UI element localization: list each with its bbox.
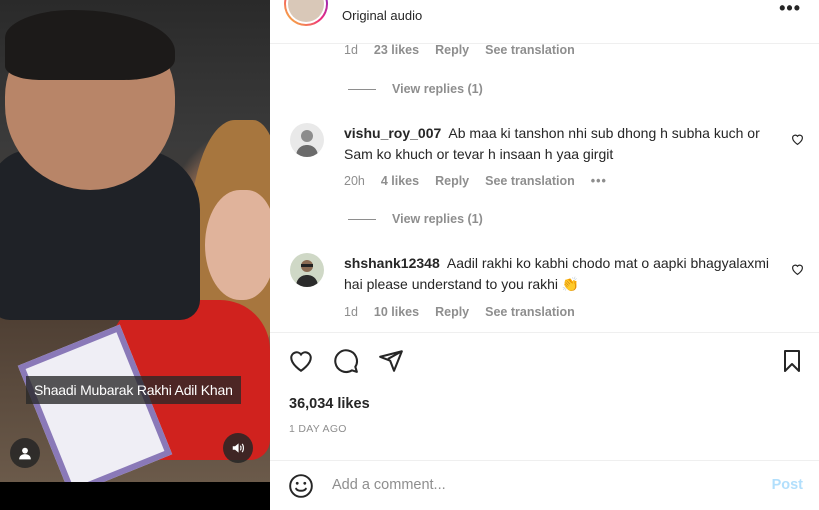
like-comment-heart-icon[interactable] bbox=[791, 133, 804, 146]
comment-time: 1d bbox=[344, 43, 358, 57]
commenter-avatar-image bbox=[290, 253, 324, 287]
save-bookmark-icon[interactable] bbox=[780, 348, 804, 374]
video-figure-man-face bbox=[5, 10, 175, 190]
comment-meta-row: 20h 4 likes Reply See translation ••• bbox=[344, 174, 607, 188]
original-audio-link[interactable]: Original audio bbox=[342, 8, 422, 23]
comment-time: 1d bbox=[344, 305, 358, 319]
video-caption: Shaadi Mubarak Rakhi Adil Khan bbox=[26, 376, 241, 404]
see-translation-button[interactable]: See translation bbox=[485, 43, 575, 57]
speaker-icon bbox=[232, 443, 244, 453]
audio-toggle-button[interactable] bbox=[223, 433, 253, 463]
comment-input[interactable] bbox=[332, 474, 752, 496]
view-replies-button[interactable]: View replies (1) bbox=[348, 82, 483, 96]
comment-meta-row: 1d 10 likes Reply See translation bbox=[344, 305, 575, 319]
commenter-avatar-image bbox=[290, 123, 324, 157]
tagged-users-button[interactable] bbox=[10, 438, 40, 468]
view-replies-label: View replies (1) bbox=[392, 212, 483, 226]
comment-item: shshank12348 Aadil rakhi ko kabhi chodo … bbox=[290, 253, 810, 333]
more-options-icon[interactable]: ••• bbox=[779, 0, 801, 19]
view-replies-label: View replies (1) bbox=[392, 82, 483, 96]
view-replies-button[interactable]: View replies (1) bbox=[348, 212, 483, 226]
comment-more-icon[interactable]: ••• bbox=[591, 174, 607, 188]
comment-time: 20h bbox=[344, 174, 365, 188]
comment-meta-row: 1d 23 likes Reply See translation bbox=[344, 43, 575, 57]
reply-button[interactable]: Reply bbox=[435, 43, 469, 57]
commenter-avatar[interactable] bbox=[290, 253, 324, 287]
comment-bubble-icon[interactable] bbox=[333, 348, 359, 374]
post-comment-button[interactable]: Post bbox=[772, 477, 803, 493]
replies-line bbox=[348, 218, 376, 220]
video-frame bbox=[0, 0, 270, 482]
comment-username[interactable]: vishu_roy_007 bbox=[344, 125, 441, 141]
video-figure-woman-face bbox=[205, 190, 270, 300]
post-header: Original audio ••• bbox=[270, 0, 819, 44]
post-actions-bar bbox=[288, 348, 808, 376]
reply-button[interactable]: Reply bbox=[435, 174, 469, 188]
like-comment-heart-icon[interactable] bbox=[791, 263, 804, 276]
post-date[interactable]: 1 DAY AGO bbox=[289, 423, 347, 435]
replies-line bbox=[348, 88, 376, 90]
user-icon bbox=[19, 447, 31, 460]
commenter-avatar[interactable] bbox=[290, 123, 324, 157]
comment-likes[interactable]: 23 likes bbox=[374, 43, 419, 57]
comment-text-block: vishu_roy_007 Ab maa ki tanshon nhi sub … bbox=[344, 123, 784, 165]
share-paper-plane-icon[interactable] bbox=[378, 348, 404, 374]
video-figure-man-hair bbox=[5, 10, 175, 80]
post-likes-count[interactable]: 36,034 likes bbox=[289, 396, 370, 412]
like-heart-icon[interactable] bbox=[288, 348, 314, 374]
comment-text-block: shshank12348 Aadil rakhi ko kabhi chodo … bbox=[344, 253, 784, 295]
section-divider bbox=[270, 332, 819, 333]
emoji-icon[interactable] bbox=[288, 473, 314, 499]
comment-likes[interactable]: 4 likes bbox=[381, 174, 419, 188]
comment-likes[interactable]: 10 likes bbox=[374, 305, 419, 319]
see-translation-button[interactable]: See translation bbox=[485, 174, 575, 188]
comment-username[interactable]: shshank12348 bbox=[344, 255, 440, 271]
post-detail-panel: Original audio ••• 1d 23 likes Reply See… bbox=[270, 0, 819, 510]
see-translation-button[interactable]: See translation bbox=[485, 305, 575, 319]
reply-button[interactable]: Reply bbox=[435, 305, 469, 319]
reel-video[interactable]: Shaadi Mubarak Rakhi Adil Khan bbox=[0, 0, 270, 510]
author-avatar[interactable] bbox=[284, 0, 328, 26]
add-comment-bar: Post bbox=[270, 460, 819, 510]
